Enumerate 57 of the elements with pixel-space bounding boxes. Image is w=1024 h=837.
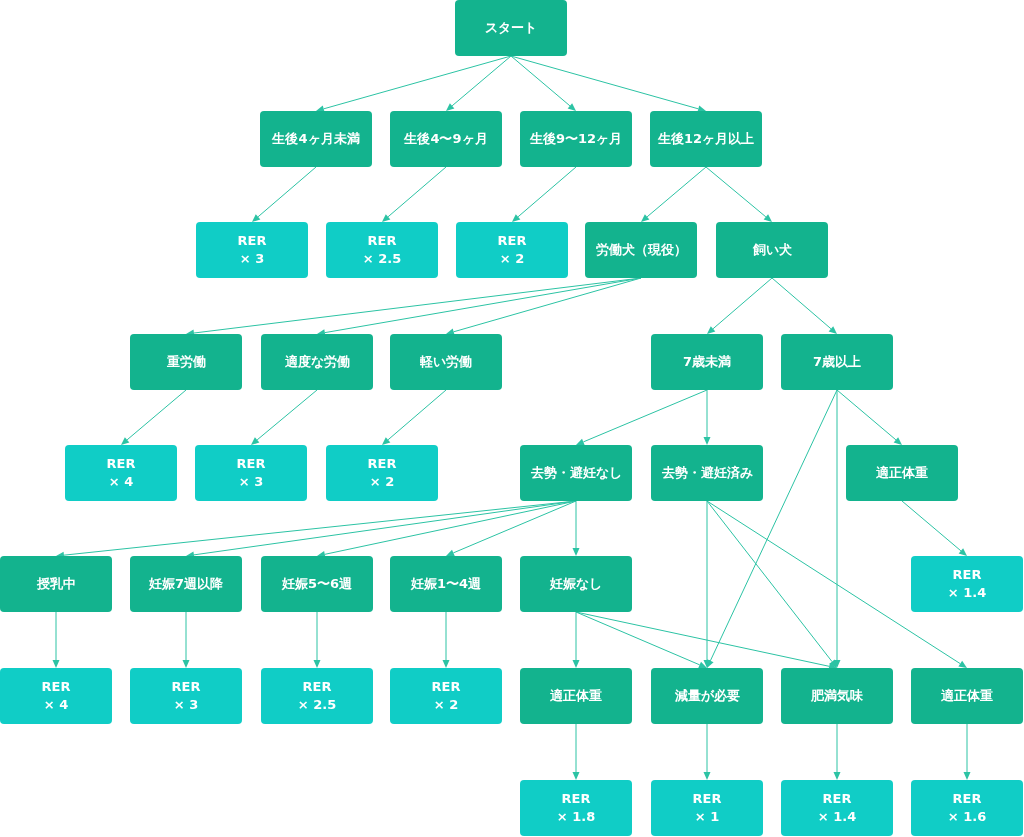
result-node: RER × 2.5 — [326, 222, 438, 278]
connector-arrow — [705, 166, 772, 222]
flowchart-step: 飼い犬 — [716, 222, 828, 278]
flowchart-step: 適正体重 — [911, 668, 1023, 724]
flowchart-step: 適正体重 — [846, 445, 958, 501]
result-node: RER × 1.4 — [911, 556, 1023, 612]
result-node: RER × 1 — [651, 780, 763, 836]
connector-arrow — [703, 723, 711, 780]
connector-arrow — [52, 611, 60, 668]
result-node: RER × 2 — [390, 668, 502, 724]
flowchart-step: 生後9〜12ヶ月 — [520, 111, 632, 167]
connector-arrow — [251, 389, 318, 445]
flowchart-step: 重労働 — [130, 334, 242, 390]
flowchart-step: 適度な労働 — [261, 334, 373, 390]
result-node: RER × 2.5 — [261, 668, 373, 724]
connector-arrow — [512, 166, 577, 222]
result-node: RER × 2 — [456, 222, 568, 278]
result-node: RER × 4 — [0, 668, 112, 724]
result-node: RER × 1.6 — [911, 780, 1023, 836]
result-node: RER × 1.4 — [781, 780, 893, 836]
connector-arrow — [382, 166, 447, 222]
flowchart-step: 適正体重 — [520, 668, 632, 724]
connector-arrow — [641, 166, 707, 222]
flowchart-step: スタート — [455, 0, 567, 56]
result-node: RER × 1.8 — [520, 780, 632, 836]
result-node: RER × 4 — [65, 445, 177, 501]
flowchart-step: 妊娠なし — [520, 556, 632, 612]
connector-arrow — [572, 723, 580, 780]
flowchart-step: 生後4〜9ヶ月 — [390, 111, 502, 167]
flowchart-step: 肥満気味 — [781, 668, 893, 724]
connector-arrow — [833, 723, 841, 780]
flowchart-step: 労働犬（現役） — [585, 222, 697, 278]
connector-arrow — [121, 389, 187, 445]
connector-arrow — [313, 611, 321, 668]
connector-arrow — [252, 166, 317, 222]
flowchart-step: 7歳未満 — [651, 334, 763, 390]
flowchart-step: 7歳以上 — [781, 334, 893, 390]
result-node: RER × 3 — [196, 222, 308, 278]
flowchart-step: 去勢・避妊なし — [520, 445, 632, 501]
connector-arrow — [963, 723, 971, 780]
flowchart-step: 妊娠1〜4週 — [390, 556, 502, 612]
connector-arrow — [771, 277, 837, 334]
connector-arrow — [442, 611, 450, 668]
flowchart-step: 妊娠7週以降 — [130, 556, 242, 612]
flowchart-step: 去勢・避妊済み — [651, 445, 763, 501]
connector-arrow — [382, 389, 447, 445]
connector-arrow — [707, 277, 773, 334]
result-node: RER × 2 — [326, 445, 438, 501]
connector-arrow — [182, 611, 190, 668]
result-node: RER × 3 — [195, 445, 307, 501]
result-node: RER × 3 — [130, 668, 242, 724]
flowchart-step: 授乳中 — [0, 556, 112, 612]
flowchart-step: 減量が必要 — [651, 668, 763, 724]
flowchart-step: 生後4ヶ月未満 — [260, 111, 372, 167]
flowchart-step: 生後12ヶ月以上 — [650, 111, 762, 167]
flowchart-step: 軽い労働 — [390, 334, 502, 390]
flowchart-step: 妊娠5〜6週 — [261, 556, 373, 612]
